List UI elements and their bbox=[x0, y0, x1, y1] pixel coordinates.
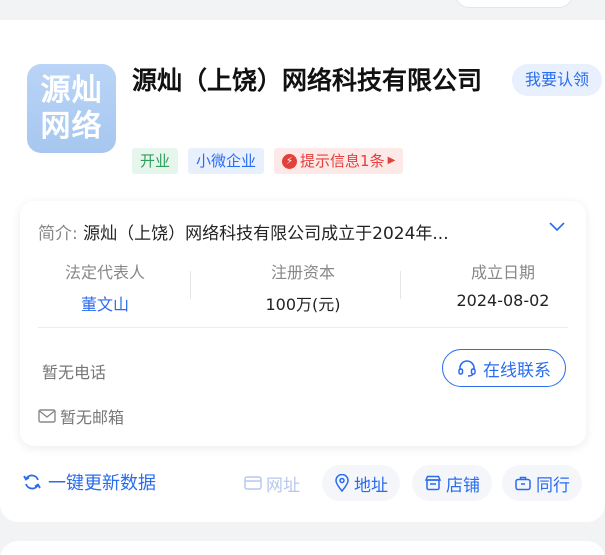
online-contact-button[interactable]: 在线联系 bbox=[442, 349, 566, 387]
intro-label: 简介: bbox=[38, 224, 78, 244]
legal-rep-label: 法定代表人 bbox=[64, 263, 145, 282]
peers-chip[interactable]: 同行 bbox=[502, 465, 582, 501]
intro-text: 源灿（上饶）网络科技有限公司成立于2024年... bbox=[83, 224, 449, 244]
headset-icon bbox=[457, 358, 477, 378]
company-logo: 源灿 网络 bbox=[27, 64, 116, 153]
status-tag: 开业 bbox=[132, 148, 179, 174]
website-label: 网址 bbox=[266, 475, 300, 496]
capital-stat: 注册资本 100万(元) bbox=[218, 259, 388, 315]
size-tag: 小微企业 bbox=[188, 148, 265, 174]
store-icon bbox=[424, 475, 442, 491]
address-label: 地址 bbox=[354, 475, 388, 496]
stat-divider bbox=[190, 271, 191, 299]
top-search-pill[interactable] bbox=[455, 0, 573, 8]
location-pin-icon bbox=[334, 474, 350, 492]
info-panel: 简介: 源灿（上饶）网络科技有限公司成立于2024年... 法定代表人 董文山 … bbox=[20, 201, 586, 446]
logo-line-1: 源灿 bbox=[40, 73, 103, 108]
email-text: 暂无邮箱 bbox=[60, 408, 125, 427]
company-name: 源灿（上饶）网络科技有限公司 bbox=[132, 66, 483, 95]
legal-rep-stat: 法定代表人 董文山 bbox=[20, 259, 190, 315]
action-bar: 一键更新数据 网址 地址 店铺 同行 bbox=[0, 463, 605, 503]
date-value: 2024-08-02 bbox=[456, 291, 550, 310]
mail-icon bbox=[38, 409, 56, 423]
intro-row[interactable]: 简介: 源灿（上饶）网络科技有限公司成立于2024年... bbox=[38, 219, 528, 244]
date-label: 成立日期 bbox=[470, 263, 535, 282]
lightning-icon: ⚡ bbox=[282, 153, 298, 169]
online-contact-label: 在线联系 bbox=[483, 360, 551, 381]
website-chip[interactable]: 网址 bbox=[232, 465, 312, 501]
tag-row: 开业 小微企业 ⚡ 提示信息1条 ▶ bbox=[132, 148, 404, 174]
claim-button[interactable]: 我要认领 bbox=[512, 64, 602, 96]
legal-rep-link[interactable]: 董文山 bbox=[20, 291, 190, 315]
stat-divider bbox=[400, 271, 401, 299]
address-chip[interactable]: 地址 bbox=[322, 465, 400, 501]
store-label: 店铺 bbox=[446, 475, 480, 496]
browser-icon bbox=[244, 475, 262, 491]
alert-tag[interactable]: ⚡ 提示信息1条 ▶ bbox=[274, 148, 404, 174]
section-divider bbox=[38, 327, 568, 328]
email-row: 暂无邮箱 bbox=[38, 404, 124, 428]
logo-line-2: 网络 bbox=[40, 109, 103, 144]
chevron-down-icon[interactable] bbox=[548, 221, 566, 233]
date-stat: 成立日期 2024-08-02 bbox=[418, 259, 588, 310]
capital-label: 注册资本 bbox=[270, 263, 335, 282]
refresh-data-button[interactable]: 一键更新数据 bbox=[22, 469, 156, 495]
phone-text: 暂无电话 bbox=[42, 363, 107, 382]
refresh-icon bbox=[22, 472, 42, 492]
next-section-card bbox=[0, 541, 605, 555]
capital-value: 100万(元) bbox=[265, 295, 341, 314]
briefcase-icon bbox=[514, 475, 532, 491]
store-chip[interactable]: 店铺 bbox=[412, 465, 492, 501]
triangle-right-icon: ▶ bbox=[387, 155, 396, 166]
peers-label: 同行 bbox=[536, 475, 570, 496]
alert-label: 提示信息1条 bbox=[300, 152, 385, 170]
stats-row: 法定代表人 董文山 注册资本 100万(元) 成立日期 2024-08-02 bbox=[20, 259, 588, 315]
refresh-label: 一键更新数据 bbox=[48, 473, 156, 494]
